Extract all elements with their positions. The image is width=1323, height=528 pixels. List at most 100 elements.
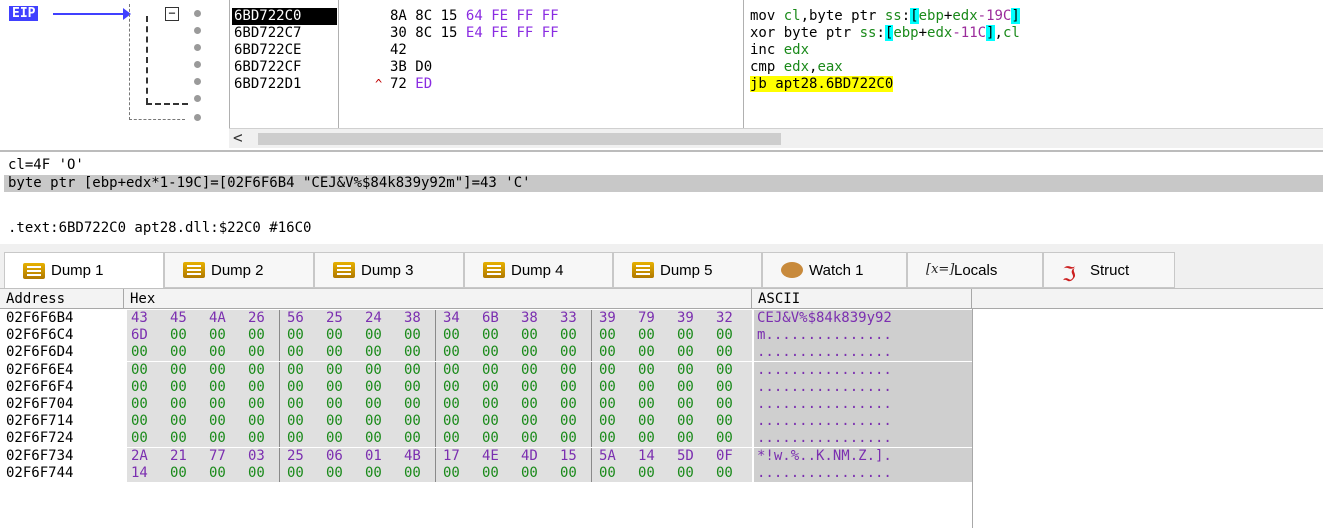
hex-byte[interactable]: 00: [443, 413, 460, 430]
hex-byte[interactable]: 00: [287, 465, 304, 482]
hex-byte[interactable]: 00: [638, 465, 655, 482]
tab-locals[interactable]: [x=] Locals: [907, 252, 1043, 288]
hex-byte[interactable]: 00: [404, 379, 421, 396]
hex-byte[interactable]: 00: [599, 327, 616, 344]
hex-byte[interactable]: 00: [521, 465, 538, 482]
instruction-address[interactable]: 6BD722D1: [232, 76, 337, 93]
instruction-text[interactable]: xor byte ptr ss:[ebp+edx-11C],cl: [750, 25, 1020, 42]
tab-dump-5[interactable]: Dump 5: [613, 252, 762, 288]
hex-byte[interactable]: 00: [326, 465, 343, 482]
instruction-row[interactable]: 6BD722C0 8A 8C 15 64 FE FF FF mov cl,byte …: [0, 8, 1323, 25]
column-header-address[interactable]: Address: [0, 289, 124, 309]
hex-byte[interactable]: 00: [131, 413, 148, 430]
hex-byte[interactable]: 00: [365, 413, 382, 430]
hex-byte[interactable]: 00: [677, 413, 694, 430]
hex-byte[interactable]: 00: [521, 430, 538, 447]
hex-byte[interactable]: 00: [482, 344, 499, 361]
dump-row[interactable]: 02F6F714 00 00 00 00 00 00 00 00 00 00 00 00 00 00 00 00…: [0, 413, 974, 431]
hex-byte[interactable]: 00: [716, 413, 733, 430]
column-header-ascii[interactable]: ASCII: [752, 289, 972, 309]
hex-byte[interactable]: 00: [638, 379, 655, 396]
dump-address[interactable]: 02F6F734: [6, 448, 124, 465]
hex-byte[interactable]: 34: [443, 310, 460, 327]
hex-byte[interactable]: 00: [716, 344, 733, 361]
dump-row[interactable]: 02F6F6D4 00 00 00 00 00 00 00 00 00 00 00 00 00 00 00 00…: [0, 344, 974, 362]
hex-byte[interactable]: 00: [170, 465, 187, 482]
hex-byte[interactable]: 00: [560, 430, 577, 447]
hex-byte[interactable]: 00: [131, 430, 148, 447]
hex-byte[interactable]: 00: [599, 344, 616, 361]
hex-byte[interactable]: 00: [326, 362, 343, 379]
hex-byte[interactable]: 56: [287, 310, 304, 327]
hex-byte[interactable]: 00: [599, 379, 616, 396]
dump-address[interactable]: 02F6F714: [6, 413, 124, 430]
hex-byte[interactable]: 00: [716, 379, 733, 396]
hex-byte[interactable]: 38: [404, 310, 421, 327]
instruction-row[interactable]: 6BD722C7 30 8C 15 E4 FE FF FF xor byte ptr…: [0, 25, 1323, 42]
hex-byte[interactable]: 00: [170, 396, 187, 413]
hex-byte[interactable]: 00: [677, 465, 694, 482]
hex-byte[interactable]: 00: [443, 362, 460, 379]
hex-byte[interactable]: 2A: [131, 448, 148, 465]
hex-byte[interactable]: 00: [170, 379, 187, 396]
hex-byte[interactable]: 4D: [521, 448, 538, 465]
hex-byte[interactable]: 00: [404, 465, 421, 482]
hex-byte[interactable]: 00: [638, 344, 655, 361]
dump-hex-cells[interactable]: 00 00 00 00 00 00 00 00 00 00 00 00 00 00 00 00: [127, 378, 752, 396]
hex-byte[interactable]: 00: [287, 396, 304, 413]
hex-byte[interactable]: 77: [209, 448, 226, 465]
instruction-text[interactable]: mov cl,byte ptr ss:[ebp+edx-19C]: [750, 8, 1020, 25]
hex-byte[interactable]: 00: [326, 396, 343, 413]
hex-byte[interactable]: 01: [365, 448, 382, 465]
dump-address[interactable]: 02F6F6C4: [6, 327, 124, 344]
hex-byte[interactable]: 00: [404, 396, 421, 413]
hex-byte[interactable]: 00: [599, 396, 616, 413]
breakpoint-dot[interactable]: [194, 95, 201, 102]
tab-watch-1[interactable]: Watch 1: [762, 252, 907, 288]
hex-byte[interactable]: 00: [209, 344, 226, 361]
hex-byte[interactable]: 43: [131, 310, 148, 327]
hex-byte[interactable]: 38: [521, 310, 538, 327]
hex-byte[interactable]: 00: [287, 379, 304, 396]
hex-byte[interactable]: 00: [287, 430, 304, 447]
hex-byte[interactable]: 00: [131, 344, 148, 361]
hex-byte[interactable]: 00: [599, 413, 616, 430]
instruction-address[interactable]: 6BD722C0: [232, 8, 337, 25]
dump-row[interactable]: 02F6F744 14 00 00 00 00 00 00 00 00 00 00 00 00 00 00 00…: [0, 464, 974, 482]
hex-byte[interactable]: 00: [248, 430, 265, 447]
hex-byte[interactable]: 00: [365, 379, 382, 396]
hex-byte[interactable]: 00: [326, 379, 343, 396]
hex-byte[interactable]: 00: [131, 362, 148, 379]
horizontal-scrollbar[interactable]: <: [229, 128, 1323, 148]
hex-byte[interactable]: 6B: [482, 310, 499, 327]
hex-byte[interactable]: 00: [677, 379, 694, 396]
hex-byte[interactable]: 00: [638, 396, 655, 413]
instruction-address[interactable]: 6BD722C7: [232, 25, 337, 42]
hex-byte[interactable]: 00: [287, 362, 304, 379]
hex-byte[interactable]: 0F: [716, 448, 733, 465]
hex-byte[interactable]: 00: [521, 327, 538, 344]
hex-byte[interactable]: 6D: [131, 327, 148, 344]
hex-byte[interactable]: 00: [287, 344, 304, 361]
hex-byte[interactable]: 5A: [599, 448, 616, 465]
hex-byte[interactable]: 00: [716, 465, 733, 482]
hex-byte[interactable]: 4E: [482, 448, 499, 465]
hex-byte[interactable]: 00: [599, 362, 616, 379]
dump-view[interactable]: Address Hex ASCII 02F6F6B4 43 45 4A 26 56 25 24…: [0, 288, 1323, 528]
hex-byte[interactable]: 39: [677, 310, 694, 327]
hex-byte[interactable]: 00: [482, 362, 499, 379]
instruction-text[interactable]: inc edx: [750, 42, 809, 59]
hex-byte[interactable]: 00: [521, 379, 538, 396]
dump-address[interactable]: 02F6F6D4: [6, 344, 124, 361]
hex-byte[interactable]: 00: [443, 396, 460, 413]
tab-dump-1[interactable]: Dump 1: [4, 252, 164, 289]
dump-row[interactable]: 02F6F6F4 00 00 00 00 00 00 00 00 00 00 00 00 00 00 00 00…: [0, 378, 974, 396]
hex-byte[interactable]: 25: [326, 310, 343, 327]
hex-byte[interactable]: 00: [404, 327, 421, 344]
hex-byte[interactable]: 00: [521, 362, 538, 379]
hex-byte[interactable]: 00: [248, 379, 265, 396]
hex-byte[interactable]: 00: [443, 379, 460, 396]
hex-byte[interactable]: 00: [521, 396, 538, 413]
hex-byte[interactable]: 00: [443, 344, 460, 361]
tab-dump-4[interactable]: Dump 4: [464, 252, 613, 288]
